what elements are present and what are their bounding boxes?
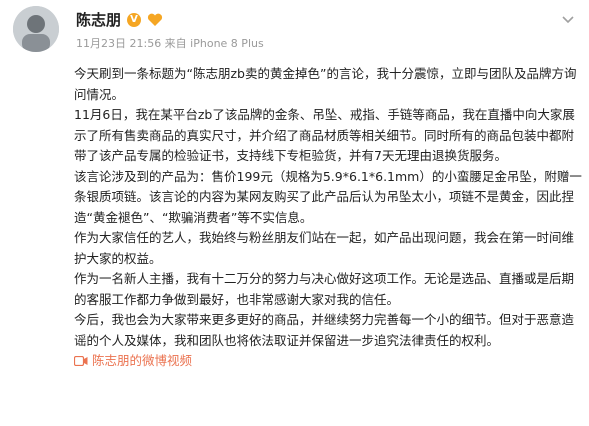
post-meta: 11月23日 21:56 来自 iPhone 8 Plus bbox=[76, 37, 264, 50]
avatar[interactable] bbox=[13, 6, 59, 52]
video-link[interactable]: 陈志朋的微博视频 bbox=[74, 351, 192, 372]
paragraph: 该言论涉及到的产品为：售价199元（规格为5.9*6.1*6.1mm）的小蛮腰足… bbox=[74, 168, 582, 225]
post-header: 陈志朋 V 11月23日 21:56 来自 iPhone 8 Plus bbox=[0, 0, 589, 62]
post-body: 今天刷到一条标题为“陈志朋zb卖的黄金掉色”的言论，我十分震惊，立即与团队及品牌… bbox=[74, 64, 586, 373]
paragraph: 作为一名新人主播，我有十二万分的努力与决心做好这项工作。无论是选品、直播或是后期… bbox=[74, 271, 575, 307]
chevron-down-icon[interactable] bbox=[561, 12, 575, 26]
video-icon bbox=[74, 356, 88, 367]
paragraph: 今天刷到一条标题为“陈志朋zb卖的黄金掉色”的言论，我十分震惊，立即与团队及品牌… bbox=[74, 66, 577, 102]
author-name[interactable]: 陈志朋 bbox=[76, 9, 121, 30]
paragraph: 今后，我也会为大家带来更多更好的商品，并继续努力完善每一个小的细节。但对于恶意造… bbox=[74, 310, 586, 373]
heart-icon bbox=[147, 13, 163, 26]
video-link-label[interactable]: 陈志朋的微博视频 bbox=[92, 351, 192, 372]
paragraph: 作为大家信任的艺人，我始终与粉丝朋友们站在一起，如产品出现问题，我会在第一时间维… bbox=[74, 230, 575, 266]
vip-badge-icon: V bbox=[127, 12, 142, 27]
paragraph: 11月6日，我在某平台zb了该品牌的金条、吊坠、戒指、手链等商品，我在直播中向大… bbox=[74, 107, 575, 163]
author-row: 陈志朋 V bbox=[76, 9, 163, 30]
paragraph-text: 今后，我也会为大家带来更多更好的商品，并继续努力完善每一个小的细节。但对于恶意造… bbox=[74, 312, 575, 348]
